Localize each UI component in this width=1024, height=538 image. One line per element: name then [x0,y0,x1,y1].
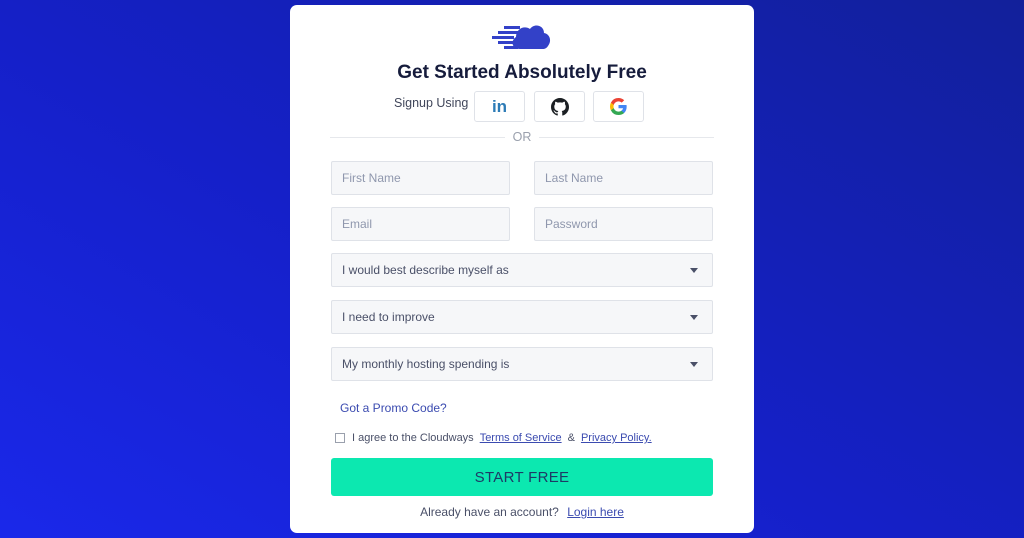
or-separator: OR [290,130,754,144]
terms-agreement: I agree to the Cloudways Terms of Servic… [335,432,652,444]
agree-text: I agree to the Cloudways [352,432,474,444]
terms-of-service-link[interactable]: Terms of Service [480,432,562,444]
start-free-button[interactable]: START FREE [331,458,713,496]
signup-card: Get Started Absolutely Free Signup Using… [290,5,754,533]
github-icon [550,97,569,116]
login-link[interactable]: Login here [567,505,624,519]
email-input[interactable] [331,207,510,241]
login-prompt: Already have an account? Login here [290,505,754,519]
password-input[interactable] [534,207,713,241]
privacy-policy-link[interactable]: Privacy Policy. [581,432,652,444]
promo-code-link[interactable]: Got a Promo Code? [340,401,447,415]
agree-checkbox[interactable] [335,433,345,443]
describe-myself-select[interactable]: I would best describe myself as [331,253,713,287]
linkedin-signup-button[interactable]: in [474,91,525,122]
chevron-down-icon [690,267,698,273]
select-label: My monthly hosting spending is [342,357,510,371]
linkedin-icon: in [491,96,508,116]
google-signup-button[interactable] [593,91,644,122]
hosting-spending-select[interactable]: My monthly hosting spending is [331,347,713,381]
cloudways-logo-icon [492,25,551,49]
select-label: I need to improve [342,310,435,324]
last-name-input[interactable] [534,161,713,195]
signup-using-label: Signup Using [394,96,469,110]
have-account-text: Already have an account? [420,505,559,519]
chevron-down-icon [690,361,698,367]
github-signup-button[interactable] [534,91,585,122]
need-to-improve-select[interactable]: I need to improve [331,300,713,334]
page-title: Get Started Absolutely Free [397,62,647,83]
first-name-input[interactable] [331,161,510,195]
select-label: I would best describe myself as [342,263,509,277]
ampersand: & [567,432,575,444]
chevron-down-icon [690,314,698,320]
google-icon [610,98,627,115]
